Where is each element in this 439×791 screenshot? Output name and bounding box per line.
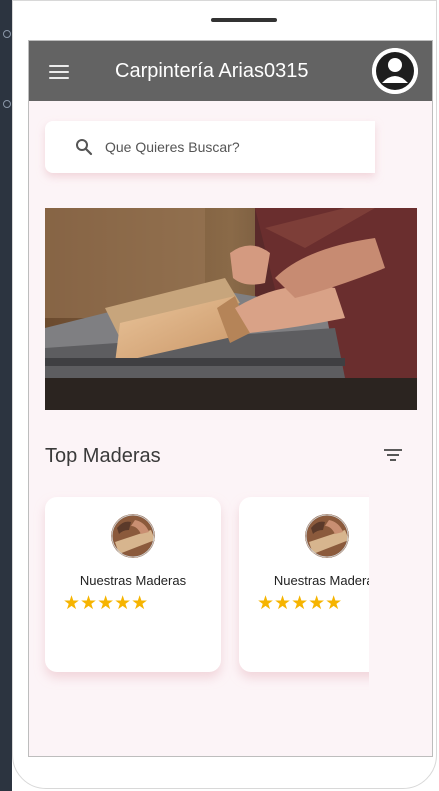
window-control-dot — [3, 100, 11, 108]
window-control-dot — [3, 30, 11, 38]
phone-notch — [211, 18, 277, 22]
section-title: Top Maderas — [45, 445, 161, 467]
product-thumbnail — [305, 514, 349, 558]
product-card[interactable]: Nuestras Maderas ★★★★★ — [45, 497, 221, 672]
scroll-clip — [369, 481, 432, 701]
menu-icon[interactable] — [49, 65, 69, 79]
rating-stars: ★★★★★ — [63, 593, 149, 614]
app-screen: Carpintería Arias0315 Que Quieres Buscar… — [28, 40, 433, 757]
banner-image — [45, 208, 417, 410]
app-title: Carpintería Arias0315 — [115, 60, 309, 82]
search-bar[interactable] — [45, 121, 375, 173]
filter-icon[interactable] — [382, 445, 404, 465]
search-icon — [76, 139, 93, 156]
rating-stars: ★★★★★ — [257, 593, 343, 614]
app-bar: Carpintería Arias0315 — [29, 41, 432, 101]
product-thumbnail — [111, 514, 155, 558]
user-avatar-icon[interactable] — [372, 48, 418, 94]
search-input[interactable] — [105, 135, 345, 159]
background-window-strip — [0, 0, 12, 791]
product-title: Nuestras Maderas — [79, 573, 187, 588]
